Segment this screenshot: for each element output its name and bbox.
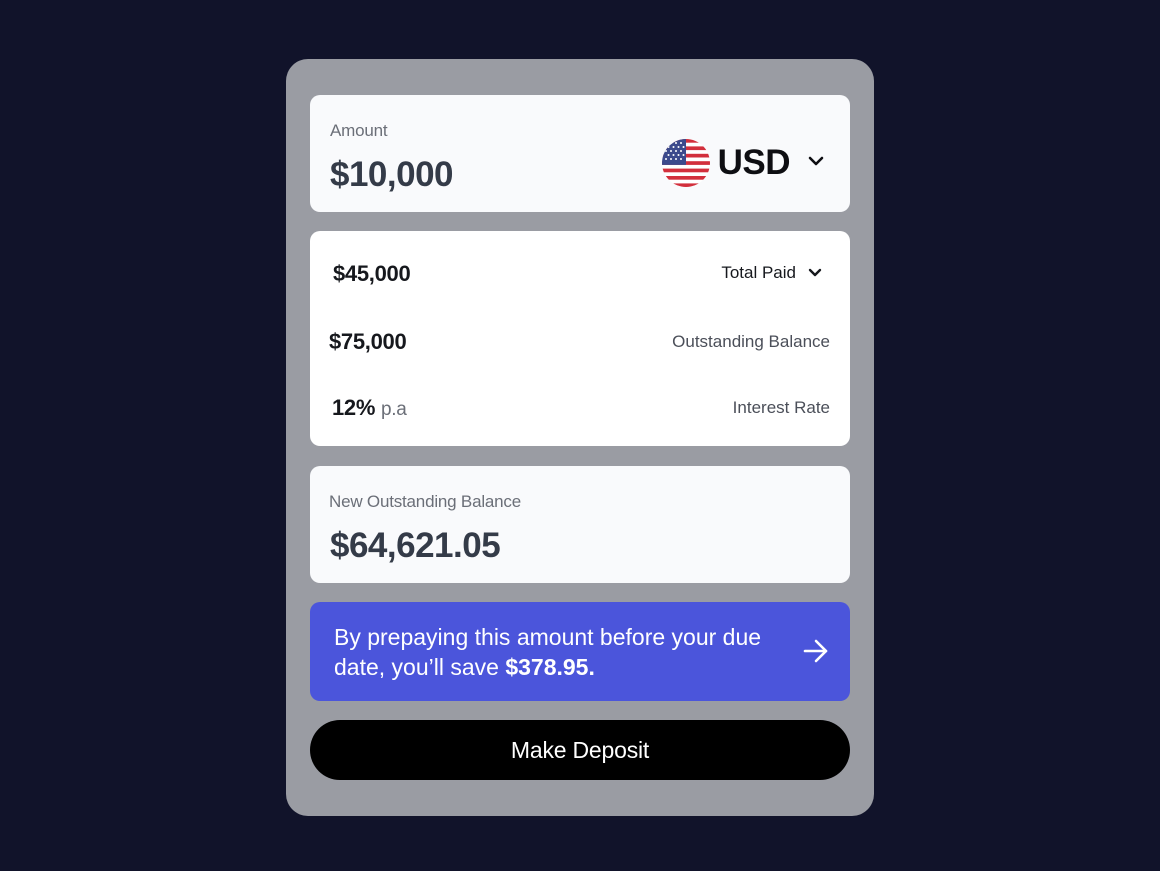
total-paid-dropdown[interactable]: Total Paid (721, 263, 822, 283)
total-paid-row: $45,000 Total Paid (310, 253, 850, 293)
interest-rate-label: Interest Rate (732, 398, 830, 417)
make-deposit-button[interactable]: Make Deposit (310, 720, 850, 780)
amount-label: Amount (330, 121, 388, 140)
interest-rate-value: 12% p.a (332, 395, 407, 421)
total-paid-value: $45,000 (333, 261, 411, 286)
currency-code: USD (717, 143, 791, 182)
outstanding-balance-row: $75,000 Outstanding Balance (310, 321, 850, 361)
interest-rate-row: 12% p.a Interest Rate (310, 387, 850, 427)
currency-selector[interactable]: USD (661, 139, 824, 187)
outstanding-balance-value: $75,000 (329, 329, 407, 354)
new-balance-label: New Outstanding Balance (329, 492, 521, 511)
savings-amount: $378.95. (505, 654, 595, 680)
outstanding-balance-label: Outstanding Balance (672, 332, 830, 351)
chevron-down-icon (808, 263, 822, 283)
arrow-right-icon[interactable] (802, 638, 830, 669)
amount-value[interactable]: $10,000 (330, 155, 454, 195)
deposit-panel: Amount $10,000 USD $45,000 Total Paid $7… (286, 59, 874, 816)
us-flag-icon (661, 139, 710, 187)
total-paid-label: Total Paid (721, 263, 796, 282)
interest-rate-unit: p.a (380, 399, 407, 420)
savings-banner[interactable]: By prepaying this amount before your due… (310, 602, 850, 701)
loan-details-card: $45,000 Total Paid $75,000 Outstanding B… (310, 231, 850, 446)
interest-rate-number: 12% (332, 395, 376, 420)
chevron-down-icon (808, 154, 824, 172)
new-balance-card: New Outstanding Balance $64,621.05 (310, 466, 850, 583)
new-balance-value: $64,621.05 (330, 526, 501, 565)
amount-card[interactable]: Amount $10,000 USD (310, 95, 850, 212)
savings-message: By prepaying this amount before your due… (334, 622, 774, 682)
